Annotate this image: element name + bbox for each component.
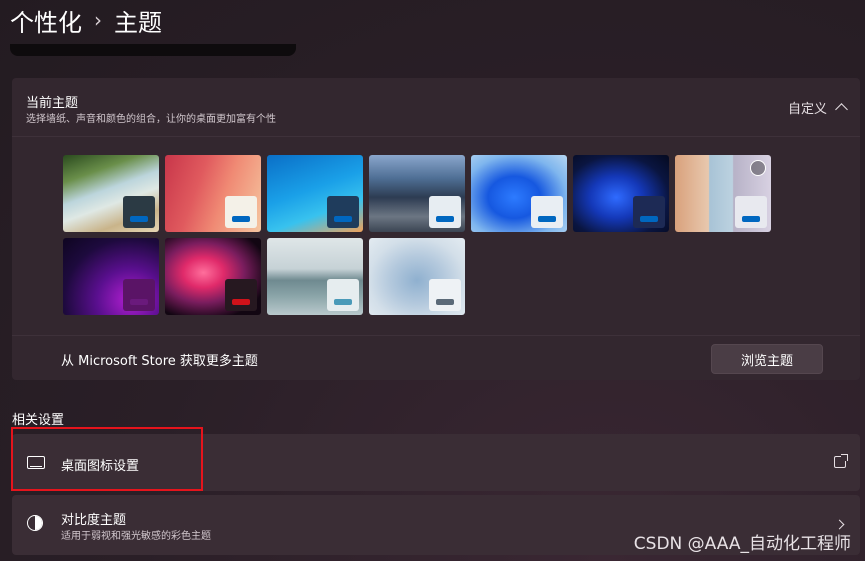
theme-color-chip xyxy=(123,279,155,311)
current-theme-card: 当前主题 选择墙纸、声音和颜色的组合，让你的桌面更加富有个性 自定义 从 Mic… xyxy=(12,78,860,380)
theme-tile-4[interactable] xyxy=(369,155,465,232)
browse-themes-button[interactable]: 浏览主题 xyxy=(711,344,823,374)
contrast-icon xyxy=(27,515,43,531)
theme-tile-2[interactable] xyxy=(165,155,261,232)
theme-tile-3[interactable] xyxy=(267,155,363,232)
theme-tile-8[interactable] xyxy=(63,238,159,315)
external-link-icon xyxy=(834,454,848,468)
divider xyxy=(12,335,860,336)
theme-color-chip xyxy=(123,196,155,228)
theme-tile-10[interactable] xyxy=(267,238,363,315)
theme-tile-9[interactable] xyxy=(165,238,261,315)
theme-tile-11[interactable] xyxy=(369,238,465,315)
chevron-up-icon xyxy=(835,103,848,116)
circle-slash-icon xyxy=(750,160,766,176)
divider xyxy=(12,136,860,137)
annotation-highlight-box xyxy=(11,427,203,491)
contrast-themes-subtitle: 适用于弱视和强光敏感的彩色主题 xyxy=(61,531,211,542)
theme-tile-5[interactable] xyxy=(471,155,567,232)
current-theme-subtitle: 选择墙纸、声音和颜色的组合，让你的桌面更加富有个性 xyxy=(26,114,276,125)
theme-tile-7[interactable] xyxy=(675,155,771,232)
page-header: 个性化 › 主题 xyxy=(10,2,162,38)
theme-color-chip xyxy=(225,196,257,228)
theme-tile-1[interactable] xyxy=(63,155,159,232)
current-theme-title: 当前主题 xyxy=(26,96,79,111)
store-text: 从 Microsoft Store 获取更多主题 xyxy=(61,354,258,369)
watermark: CSDN @AAA_自动化工程师 xyxy=(633,534,851,554)
theme-color-chip xyxy=(225,279,257,311)
current-theme-value[interactable]: 自定义 xyxy=(787,98,848,117)
theme-tile-6[interactable] xyxy=(573,155,669,232)
theme-color-chip xyxy=(735,196,767,228)
theme-color-chip xyxy=(327,196,359,228)
related-settings-title: 相关设置 xyxy=(12,413,65,428)
breadcrumb-parent[interactable]: 个性化 xyxy=(10,3,82,38)
chevron-right-icon xyxy=(834,519,845,530)
theme-color-chip xyxy=(429,196,461,228)
breadcrumb-separator: › xyxy=(94,8,102,32)
page-title: 主题 xyxy=(114,8,162,37)
scroll-edge xyxy=(10,44,296,56)
current-theme-header[interactable]: 当前主题 选择墙纸、声音和颜色的组合，让你的桌面更加富有个性 自定义 xyxy=(12,78,860,136)
theme-color-chip xyxy=(327,279,359,311)
theme-color-chip xyxy=(531,196,563,228)
theme-color-chip xyxy=(633,196,665,228)
theme-color-chip xyxy=(429,279,461,311)
current-theme-value-label: 自定义 xyxy=(787,102,827,117)
contrast-themes-label: 对比度主题 xyxy=(61,513,127,528)
